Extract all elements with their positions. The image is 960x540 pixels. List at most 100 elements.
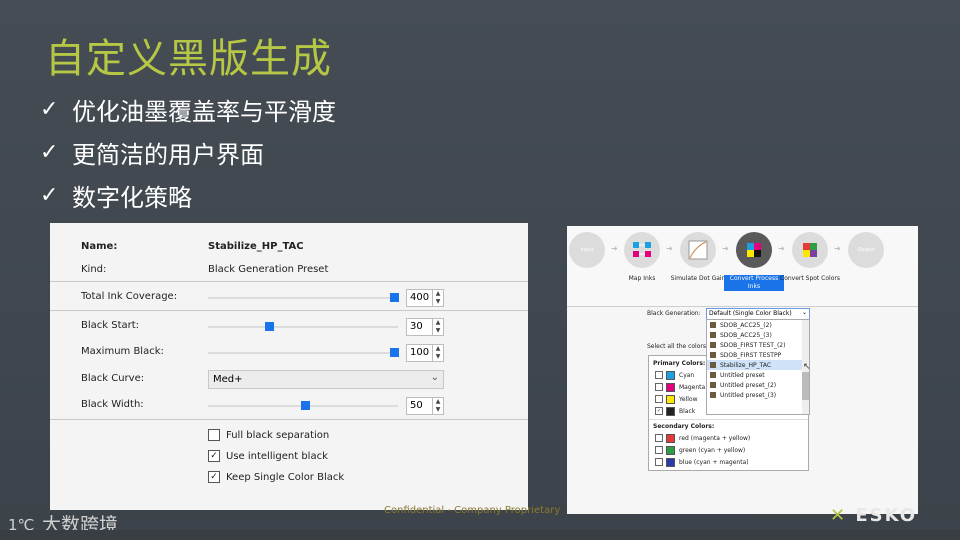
dropdown-item-label: SDOB_FIRST TEST_(2) [720, 341, 786, 349]
black-width-stepper[interactable]: 50 ▲ ▼ [406, 397, 444, 415]
black-generation-dropdown-list[interactable]: SDOB_ACC25_(2) SDOB_ACC25_(3) SDOB_FIRST… [706, 319, 810, 415]
preset-icon [710, 372, 716, 378]
keep-single-color-black-checkbox[interactable]: ✓ Keep Single Color Black [208, 470, 344, 484]
tic-stepper[interactable]: 400 ▲ ▼ [406, 289, 444, 307]
cursor-icon: ↖ [803, 362, 811, 372]
workflow-panel: Input ➜ Map Inks ➜ Simulate Dot Gain ➜ C… [567, 226, 918, 514]
swatch [666, 406, 675, 416]
step-convert-spot-colors[interactable] [792, 232, 828, 268]
preset-icon [710, 342, 716, 348]
color-item-cyan[interactable]: Cyan [655, 370, 695, 380]
dropdown-item-selected[interactable]: Stabilize_HP_TAC [707, 360, 809, 370]
black-width-value: 50 [410, 400, 423, 411]
dropdown-item[interactable]: SDOB_ACC25_(2) [707, 320, 809, 330]
swatch [666, 382, 675, 392]
divider [50, 419, 528, 420]
use-intelligent-black-checkbox[interactable]: ✓ Use intelligent black [208, 449, 328, 463]
step-label: Simulate Dot Gain [670, 275, 726, 282]
color-label: Cyan [679, 371, 695, 379]
arrow-right-icon: ➜ [611, 244, 618, 253]
checkbox-icon[interactable] [208, 429, 220, 441]
color-item-green[interactable]: green (cyan + yellow) [655, 445, 746, 455]
esko-logo-text: ESKO [855, 505, 918, 526]
checkbox-icon[interactable] [655, 383, 663, 391]
dropdown-item-label: Untitled preset [720, 371, 765, 379]
black-width-slider[interactable] [208, 401, 398, 410]
step-map-inks[interactable] [624, 232, 660, 268]
max-black-stepper[interactable]: 100 ▲ ▼ [406, 344, 444, 362]
black-width-slider-thumb[interactable] [300, 401, 310, 410]
dropdown-item-label: SDOB_ACC25_(2) [720, 321, 772, 329]
stepper-arrows-icon[interactable]: ▲ ▼ [432, 398, 443, 414]
dropdown-item[interactable]: Untitled preset [707, 370, 809, 380]
preset-icon [710, 392, 716, 398]
step-input[interactable]: Input [569, 232, 605, 268]
color-item-red[interactable]: red (magenta + yellow) [655, 433, 750, 443]
dropdown-item[interactable]: SDOB_ACC25_(3) [707, 330, 809, 340]
max-black-slider-thumb[interactable] [390, 348, 400, 357]
secondary-colors-header: Secondary Colors: [653, 423, 715, 430]
divider [50, 281, 528, 282]
tic-label: Total Ink Coverage: [81, 291, 178, 302]
stepper-arrows-icon[interactable]: ▲ ▼ [432, 290, 443, 306]
preset-icon [710, 362, 716, 368]
dropdown-item[interactable]: Untitled preset_(3) [707, 390, 809, 400]
color-item-black[interactable]: ✓ Black [655, 406, 695, 416]
check-icon: ✓ [40, 140, 59, 165]
checkbox-checked-icon[interactable]: ✓ [208, 450, 220, 462]
step-output[interactable]: Output [848, 232, 884, 268]
max-black-slider[interactable] [208, 348, 400, 357]
divider [50, 310, 528, 311]
dropdown-item[interactable]: SDOB_FIRST TEST_(2) [707, 340, 809, 350]
checkbox-icon[interactable] [655, 371, 663, 379]
dropdown-item[interactable]: SDOB_FIRST TESTPP [707, 350, 809, 360]
black-start-value: 30 [410, 321, 423, 332]
swatch [666, 370, 675, 380]
divider [649, 419, 808, 420]
scrollbar-thumb[interactable] [802, 372, 809, 400]
color-label: Magenta [679, 383, 706, 391]
checkbox-icon[interactable] [655, 458, 663, 466]
bullet-text: 数字化策略 [72, 184, 192, 212]
bullet-item: ✓ 优化油墨覆盖率与平滑度 [40, 88, 336, 131]
stepper-arrows-icon[interactable]: ▲ ▼ [432, 319, 443, 335]
tic-row: Total Ink Coverage: 400 ▲ ▼ [50, 288, 528, 308]
stepper-arrows-icon[interactable]: ▲ ▼ [432, 345, 443, 361]
checkbox-label: Use intelligent black [226, 450, 328, 462]
checkbox-icon[interactable] [655, 395, 663, 403]
swatch [666, 457, 675, 467]
checkbox-checked-icon[interactable]: ✓ [208, 471, 220, 483]
black-start-slider-thumb[interactable] [264, 322, 274, 331]
black-generation-settings-panel: Name: Stabilize_HP_TAC Kind: Black Gener… [50, 223, 528, 510]
color-item-magenta[interactable]: Magenta [655, 382, 706, 392]
color-label: green (cyan + yellow) [679, 446, 746, 454]
full-black-separation-checkbox[interactable]: Full black separation [208, 428, 329, 442]
checkbox-icon[interactable] [655, 446, 663, 454]
color-item-yellow[interactable]: Yellow [655, 394, 697, 404]
chevron-down-icon: ⌄ [430, 372, 439, 383]
tic-slider-thumb[interactable] [390, 293, 400, 302]
color-item-blue[interactable]: blue (cyan + magenta) [655, 457, 749, 467]
black-curve-row: Black Curve: Med+ ⌄ [50, 370, 528, 390]
preset-icon [710, 382, 716, 388]
bullet-text: 优化油墨覆盖率与平滑度 [72, 98, 336, 126]
primary-colors-header: Primary Colors: [653, 360, 706, 367]
black-curve-select[interactable]: Med+ ⌄ [208, 370, 444, 389]
dropdown-item-label: Stabilize_HP_TAC [720, 361, 772, 369]
dropdown-item-label: Untitled preset_(2) [720, 381, 777, 389]
tic-slider[interactable] [208, 293, 400, 302]
black-width-label: Black Width: [81, 399, 144, 410]
name-label: Name: [81, 241, 118, 252]
step-convert-process-inks[interactable] [736, 232, 772, 268]
black-start-stepper[interactable]: 30 ▲ ▼ [406, 318, 444, 336]
step-simulate-dot-gain[interactable] [680, 232, 716, 268]
bottom-bar [0, 530, 960, 540]
workflow-steps: Input ➜ Map Inks ➜ Simulate Dot Gain ➜ C… [567, 226, 918, 307]
black-start-label: Black Start: [81, 320, 140, 331]
checkbox-checked-icon[interactable]: ✓ [655, 407, 663, 415]
swatch [666, 394, 675, 404]
checkbox-icon[interactable] [655, 434, 663, 442]
process-inks-icon [747, 243, 761, 257]
dropdown-item[interactable]: Untitled preset_(2) [707, 380, 809, 390]
black-start-slider[interactable] [208, 322, 398, 331]
